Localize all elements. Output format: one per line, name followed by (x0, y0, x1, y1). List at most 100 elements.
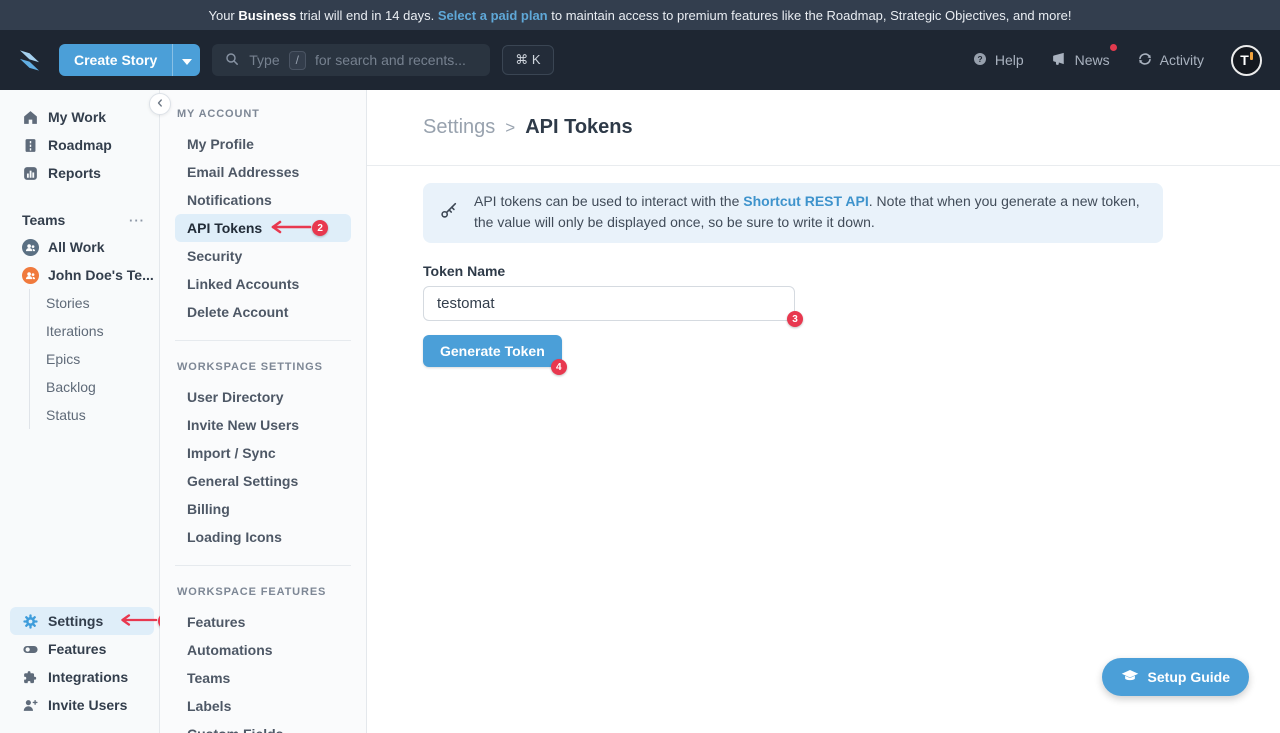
svg-text:?: ? (977, 53, 982, 63)
annotation-badge: 2 (312, 220, 328, 236)
settings-nav-item-features[interactable]: Features (175, 608, 351, 636)
settings-nav-item-security[interactable]: Security (175, 242, 351, 270)
sidebar-item-features[interactable]: Features (0, 635, 159, 663)
create-story-dropdown-button[interactable] (172, 44, 200, 76)
info-text: API tokens can be used to interact with … (474, 191, 1147, 233)
sidebar-item-integrations[interactable]: Integrations (0, 663, 159, 691)
settings-nav-item-automations[interactable]: Automations (175, 636, 351, 664)
settings-nav-item-my-profile[interactable]: My Profile (175, 130, 351, 158)
command-k-shortcut-badge[interactable]: ⌘ K (502, 45, 553, 75)
chevron-left-icon (154, 97, 166, 112)
avatar-initial: T (1240, 52, 1249, 68)
generate-token-wrap: Generate Token 4 (423, 335, 562, 367)
search-icon (224, 51, 240, 70)
token-name-input[interactable] (423, 286, 795, 321)
settings-nav-item-billing[interactable]: Billing (175, 495, 351, 523)
graduation-cap-icon (1121, 667, 1139, 688)
gear-icon (22, 613, 39, 630)
road-icon (22, 137, 39, 154)
settings-nav-item-delete-account[interactable]: Delete Account (175, 298, 351, 326)
help-label: Help (995, 52, 1024, 68)
shortcut-logo-icon[interactable] (16, 47, 43, 74)
news-menu[interactable]: News (1051, 50, 1110, 70)
help-icon: ? (972, 51, 988, 70)
teams-header-label: Teams (22, 212, 65, 228)
divider (175, 340, 351, 341)
sidebar-item-backlog[interactable]: Backlog (46, 373, 159, 401)
shortcut-rest-api-link[interactable]: Shortcut REST API (743, 193, 869, 209)
sidebar-item-iterations[interactable]: Iterations (46, 317, 159, 345)
search-input[interactable]: Type / for search and recents... (212, 44, 490, 76)
sidebar-item-label: Roadmap (48, 137, 112, 153)
token-name-label: Token Name (423, 263, 1280, 279)
sidebar-item-status[interactable]: Status (46, 401, 159, 429)
activity-sync-icon (1137, 51, 1153, 70)
main-content: Settings > API Tokens API tokens can be … (367, 90, 1280, 733)
settings-nav-item-general-settings[interactable]: General Settings (175, 467, 351, 495)
news-label: News (1075, 52, 1110, 68)
sidebar-collapse-button[interactable] (149, 93, 171, 115)
sidebar-item-epics[interactable]: Epics (46, 345, 159, 373)
toggle-icon (22, 641, 39, 658)
settings-nav-item-invite-new-users[interactable]: Invite New Users (175, 411, 351, 439)
create-story-split-button: Create Story (59, 44, 200, 76)
settings-nav-item-notifications[interactable]: Notifications (175, 186, 351, 214)
sidebar-item-john-does-team[interactable]: John Doe's Te... (0, 261, 159, 289)
sidebar-item-settings[interactable]: Settings 1 (10, 607, 154, 635)
info-text-part: API tokens can be used to interact with … (474, 193, 743, 209)
banner-text: trial will end in 14 days. (296, 8, 438, 23)
red-arrow-left-icon (118, 613, 158, 630)
settings-nav-item-labels[interactable]: Labels (175, 692, 351, 720)
avatar-orange-mark (1250, 52, 1253, 60)
breadcrumb-settings-link[interactable]: Settings (423, 116, 495, 139)
sidebar-item-stories[interactable]: Stories (46, 289, 159, 317)
api-tokens-panel: API tokens can be used to interact with … (367, 166, 1280, 367)
teams-overflow-menu[interactable]: ··· (129, 213, 145, 228)
navbar-right-group: ? Help News Activity (972, 45, 1262, 76)
activity-menu[interactable]: Activity (1137, 51, 1204, 70)
sidebar-item-reports[interactable]: Reports (0, 159, 159, 187)
settings-nav-item-linked-accounts[interactable]: Linked Accounts (175, 270, 351, 298)
settings-nav-item-user-directory[interactable]: User Directory (175, 383, 351, 411)
banner-text: to maintain access to premium features l… (548, 8, 1072, 23)
banner-plan-name: Business (238, 8, 296, 23)
sidebar-item-label: All Work (48, 239, 105, 255)
user-avatar[interactable]: T (1231, 45, 1262, 76)
settings-nav-item-custom-fields[interactable]: Custom Fields (175, 720, 351, 733)
top-navbar: Create Story Type / for search and recen… (0, 30, 1280, 90)
settings-nav-item-teams[interactable]: Teams (175, 664, 351, 692)
team-avatar (22, 267, 39, 284)
settings-nav-item-loading-icons[interactable]: Loading Icons (175, 523, 351, 551)
teams-section-header: Teams ··· (0, 207, 159, 233)
breadcrumb-separator: > (505, 118, 515, 138)
sidebar-item-all-work[interactable]: All Work (0, 233, 159, 261)
setup-guide-label: Setup Guide (1148, 669, 1230, 685)
setup-guide-button[interactable]: Setup Guide (1102, 658, 1249, 696)
generate-token-button[interactable]: Generate Token (423, 335, 562, 367)
sidebar-item-label: John Doe's Te... (48, 267, 154, 283)
sidebar-item-roadmap[interactable]: Roadmap (0, 131, 159, 159)
megaphone-icon (1051, 50, 1068, 70)
annotation-badge-step-3: 3 (787, 311, 803, 327)
help-menu[interactable]: ? Help (972, 51, 1024, 70)
sidebar-item-label: Settings (48, 613, 103, 629)
settings-nav-item-api-tokens[interactable]: API Tokens 2 (175, 214, 351, 242)
divider (175, 565, 351, 566)
sidebar-item-my-work[interactable]: My Work (0, 103, 159, 131)
create-story-button[interactable]: Create Story (59, 44, 172, 76)
red-arrow-left-icon (268, 220, 312, 237)
sidebar-item-invite-users[interactable]: Invite Users (0, 691, 159, 719)
annotation-step-2: 2 (268, 220, 328, 237)
settings-nav-section-header: WORKSPACE SETTINGS (175, 357, 351, 377)
select-paid-plan-link[interactable]: Select a paid plan (438, 8, 548, 23)
info-banner: API tokens can be used to interact with … (423, 183, 1163, 243)
bar-chart-icon (22, 165, 39, 182)
home-icon (22, 109, 39, 126)
page-title: API Tokens (525, 116, 632, 139)
settings-nav-item-import-sync[interactable]: Import / Sync (175, 439, 351, 467)
settings-nav-item-email-addresses[interactable]: Email Addresses (175, 158, 351, 186)
team-sub-nav: Stories Iterations Epics Backlog Status (29, 289, 159, 429)
app-body: My Work Roadmap Reports Teams ··· All Wo… (0, 90, 1280, 733)
settings-nav-item-label: API Tokens (187, 220, 262, 236)
search-placeholder: for search and recents... (315, 52, 466, 68)
